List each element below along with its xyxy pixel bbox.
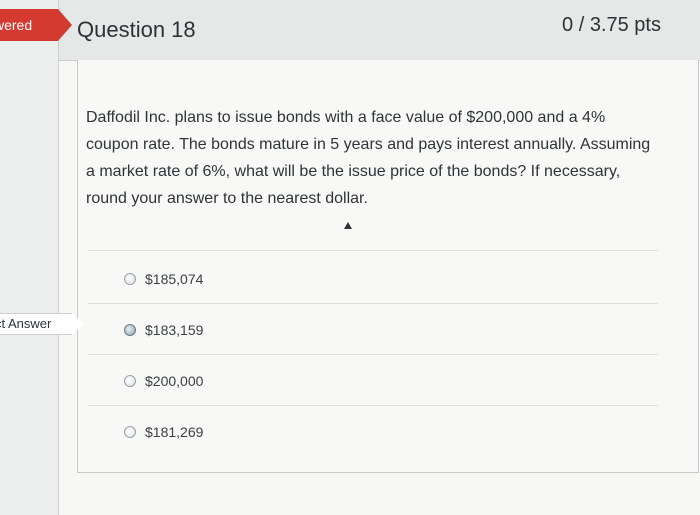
option-label: $181,269	[145, 424, 204, 440]
divider	[88, 354, 658, 355]
answer-option-2[interactable]: $183,159	[124, 319, 203, 341]
question-body: Daffodil Inc. plans to issue bonds with …	[77, 60, 699, 473]
radio-button[interactable]	[124, 324, 136, 336]
radio-button[interactable]	[124, 273, 136, 285]
question-title: Question 18	[77, 17, 196, 42]
flag-arrow-tip	[58, 9, 72, 41]
mouse-cursor-icon	[344, 222, 352, 229]
question-text: Daffodil Inc. plans to issue bonds with …	[86, 109, 651, 207]
correct-flag-label: ct Answer	[0, 316, 52, 331]
answer-option-3[interactable]: $200,000	[124, 370, 203, 392]
option-label: $183,159	[145, 322, 204, 338]
question-header: Question 18 0 / 3.75 pts	[59, 0, 700, 61]
divider	[88, 250, 658, 251]
correct-flag-arrow-tip	[72, 313, 84, 335]
question-card: Question 18 0 / 3.75 pts Daffodil Inc. p…	[58, 0, 700, 515]
divider	[88, 405, 658, 406]
radio-button[interactable]	[124, 426, 136, 438]
question-points: 0 / 3.75 pts	[562, 14, 661, 36]
answer-option-1[interactable]: $185,074	[124, 268, 203, 290]
radio-button[interactable]	[124, 375, 136, 387]
answered-flag-label: wered	[0, 17, 33, 33]
divider	[88, 303, 658, 304]
answer-option-4[interactable]: $181,269	[124, 421, 203, 443]
option-label: $185,074	[145, 271, 204, 287]
correct-answer-flag: ct Answer	[0, 313, 72, 335]
answered-status-flag: wered	[0, 9, 58, 41]
option-label: $200,000	[145, 373, 204, 389]
